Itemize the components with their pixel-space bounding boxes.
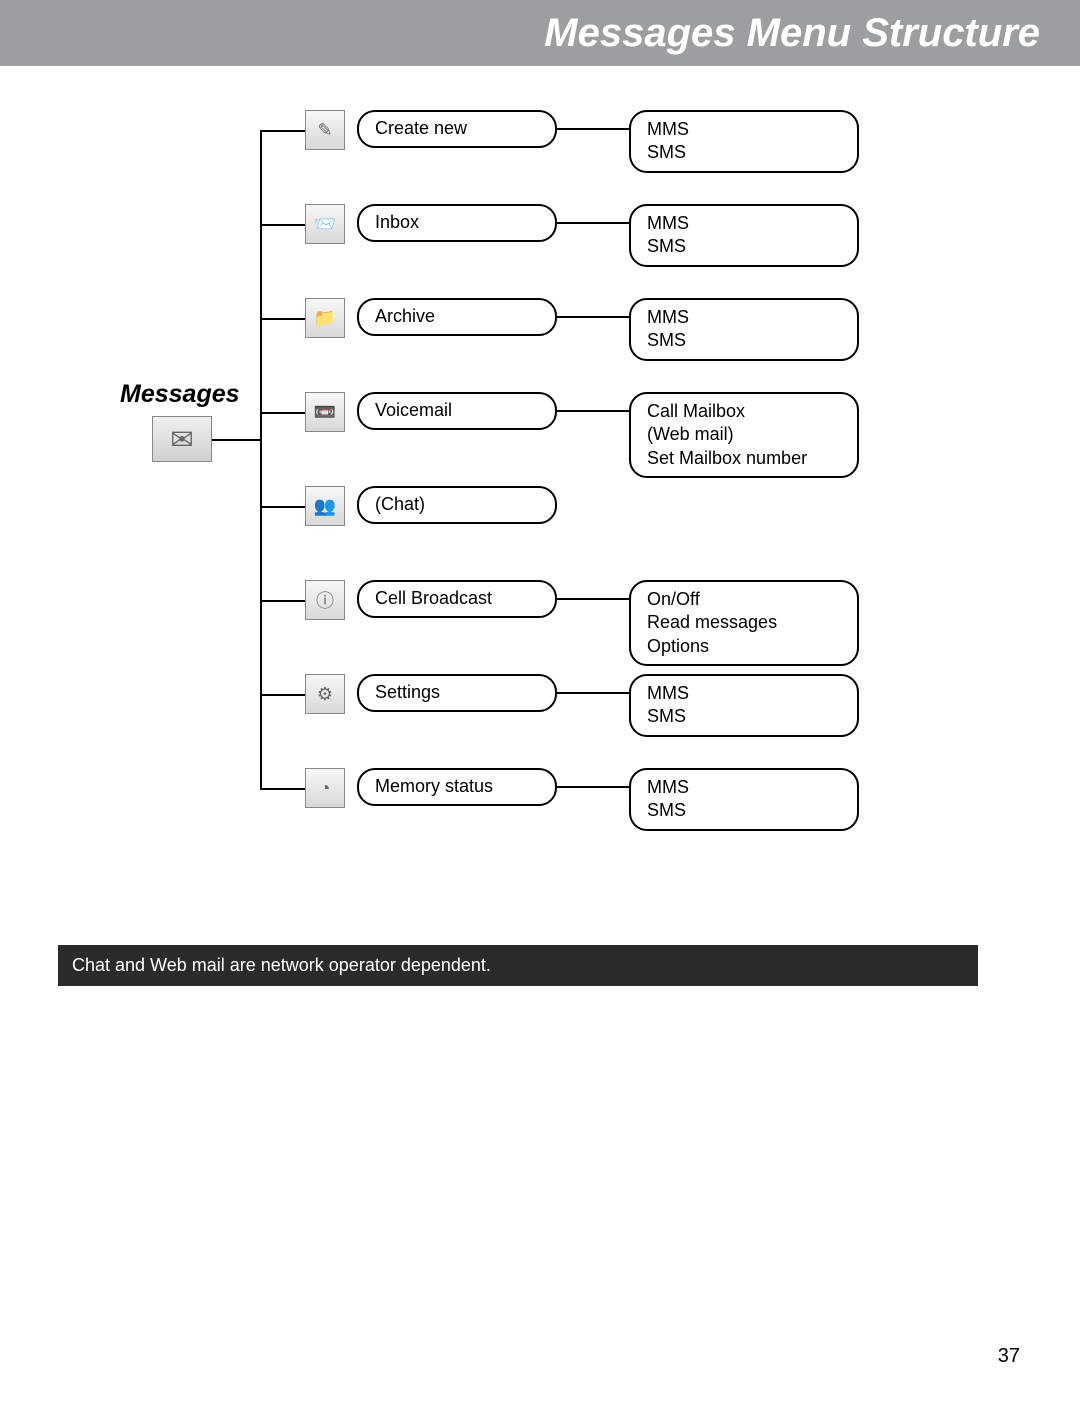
menu-row-settings: ⚙ Settings MMS SMS (305, 674, 859, 737)
header-bar: Messages Menu Structure (0, 0, 1080, 66)
submenu-archive: MMS SMS (629, 298, 859, 361)
root-label: Messages (120, 380, 240, 409)
menu-item-create-new: Create new (357, 110, 557, 148)
page-number: 37 (998, 1345, 1020, 1368)
page-title: Messages Menu Structure (544, 11, 1040, 56)
archive-icon: 📁 (305, 298, 345, 338)
menu-row-inbox: 📨 Inbox MMS SMS (305, 204, 859, 267)
menu-item-voicemail: Voicemail (357, 392, 557, 430)
create-new-icon: ✎ (305, 110, 345, 150)
voicemail-icon: 📼 (305, 392, 345, 432)
settings-icon: ⚙ (305, 674, 345, 714)
menu-diagram: Messages ✉ ✎ Create new MMS SMS 📨 Inbox … (60, 90, 980, 910)
submenu-create-new: MMS SMS (629, 110, 859, 173)
menu-row-cell-broadcast: ⓘ Cell Broadcast On/Off Read messages Op… (305, 580, 859, 666)
submenu-inbox: MMS SMS (629, 204, 859, 267)
menu-item-settings: Settings (357, 674, 557, 712)
submenu-cell-broadcast: On/Off Read messages Options (629, 580, 859, 666)
menu-item-memory-status: Memory status (357, 768, 557, 806)
menu-row-voicemail: 📼 Voicemail Call Mailbox (Web mail) Set … (305, 392, 859, 478)
menu-row-memory-status: ◔ Memory status MMS SMS (305, 768, 859, 831)
messages-icon: ✉ (152, 416, 212, 462)
submenu-memory-status: MMS SMS (629, 768, 859, 831)
menu-item-inbox: Inbox (357, 204, 557, 242)
submenu-voicemail: Call Mailbox (Web mail) Set Mailbox numb… (629, 392, 859, 478)
cell-broadcast-icon: ⓘ (305, 580, 345, 620)
footnote-text: Chat and Web mail are network operator d… (72, 955, 491, 975)
inbox-icon: 📨 (305, 204, 345, 244)
menu-row-chat: 👥 (Chat) (305, 486, 557, 526)
memory-status-icon: ◔ (305, 768, 345, 808)
menu-item-chat: (Chat) (357, 486, 557, 524)
menu-row-create-new: ✎ Create new MMS SMS (305, 110, 859, 173)
menu-item-archive: Archive (357, 298, 557, 336)
footnote-bar: Chat and Web mail are network operator d… (58, 945, 978, 986)
chat-icon: 👥 (305, 486, 345, 526)
menu-item-cell-broadcast: Cell Broadcast (357, 580, 557, 618)
menu-row-archive: 📁 Archive MMS SMS (305, 298, 859, 361)
submenu-settings: MMS SMS (629, 674, 859, 737)
